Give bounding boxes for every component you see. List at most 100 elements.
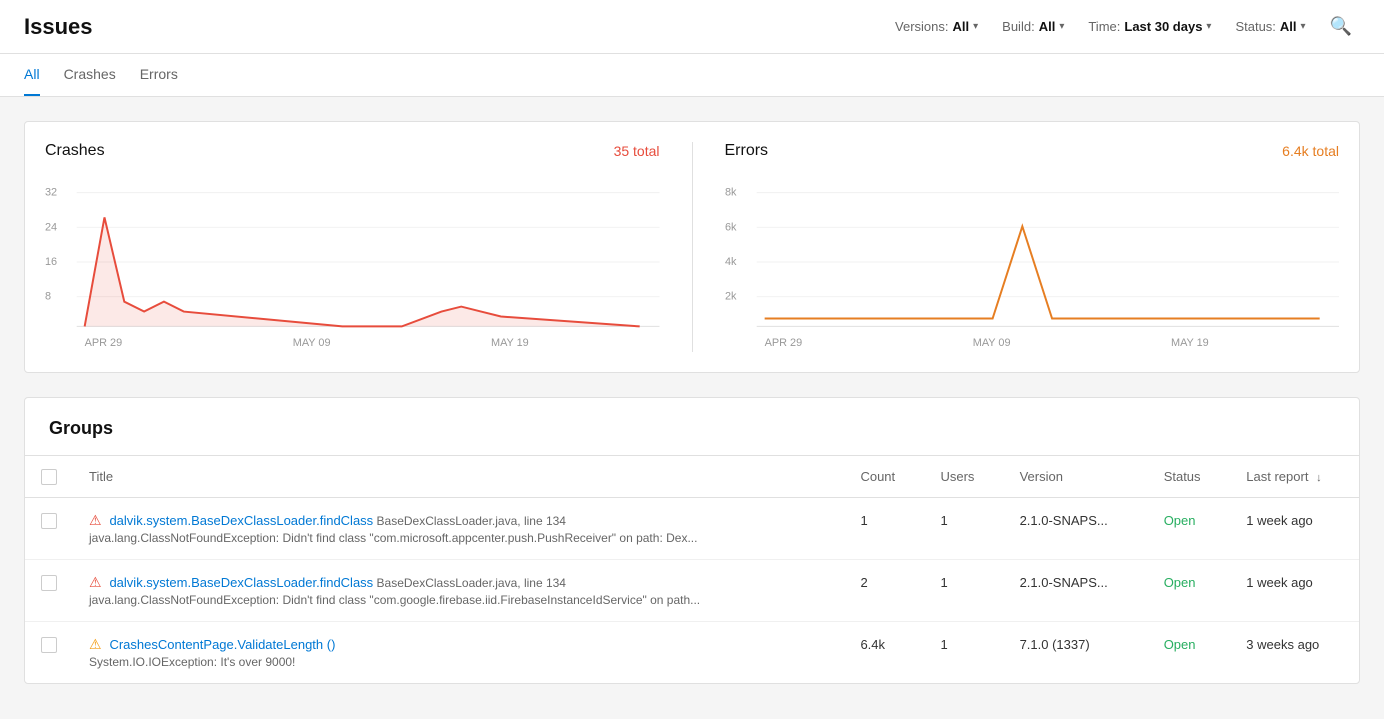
last-report-value: 1 week ago xyxy=(1246,513,1313,528)
last-report-value: 3 weeks ago xyxy=(1246,637,1319,652)
content-area: Crashes 35 total 32 24 16 8 APR 29 xyxy=(0,97,1384,708)
issue-subtitle: java.lang.ClassNotFoundException: Didn't… xyxy=(89,531,828,545)
title-cell: ⚠ dalvik.system.BaseDexClassLoader.findC… xyxy=(73,559,844,621)
svg-text:MAY 19: MAY 19 xyxy=(1171,337,1209,349)
row-checkbox[interactable] xyxy=(41,575,57,591)
svg-text:6k: 6k xyxy=(725,221,737,233)
select-all-header[interactable] xyxy=(25,456,73,497)
status-value: All xyxy=(1280,19,1297,34)
page-title: Issues xyxy=(24,14,93,40)
build-value: All xyxy=(1039,19,1056,34)
errors-total: 6.4k total xyxy=(1282,143,1339,159)
svg-text:4k: 4k xyxy=(725,256,737,268)
build-filter[interactable]: Build: All ▾ xyxy=(994,15,1072,38)
svg-text:APR 29: APR 29 xyxy=(85,337,123,349)
users-cell: 1 xyxy=(924,621,1003,683)
row-checkbox[interactable] xyxy=(41,513,57,529)
version-value: 7.1.0 (1337) xyxy=(1020,637,1090,652)
svg-text:16: 16 xyxy=(45,256,57,268)
svg-text:MAY 09: MAY 09 xyxy=(972,337,1010,349)
count-cell: 2 xyxy=(844,559,924,621)
version-cell: 7.1.0 (1337) xyxy=(1004,621,1148,683)
row-checkbox-cell[interactable] xyxy=(25,497,73,559)
status-cell: Open xyxy=(1148,497,1231,559)
count-value: 2 xyxy=(860,575,867,590)
table-row: ⚠ dalvik.system.BaseDexClassLoader.findC… xyxy=(25,559,1359,621)
error-icon: ⚠ xyxy=(89,512,102,528)
status-label: Status: xyxy=(1235,19,1275,34)
versions-filter[interactable]: Versions: All ▾ xyxy=(887,15,986,38)
issue-title-line: ⚠ CrashesContentPage.ValidateLength () xyxy=(89,636,828,653)
issue-title-link[interactable]: dalvik.system.BaseDexClassLoader.findCla… xyxy=(109,575,373,590)
crashes-chart-title: Crashes xyxy=(45,142,105,160)
users-cell: 1 xyxy=(924,497,1003,559)
time-filter[interactable]: Time: Last 30 days ▾ xyxy=(1080,15,1219,38)
status-badge: Open xyxy=(1164,637,1196,652)
title-cell: ⚠ CrashesContentPage.ValidateLength () S… xyxy=(73,621,844,683)
svg-text:MAY 09: MAY 09 xyxy=(293,337,331,349)
last-report-value: 1 week ago xyxy=(1246,575,1313,590)
last-report-column-header[interactable]: Last report ↓ xyxy=(1230,456,1359,497)
tab-errors[interactable]: Errors xyxy=(140,54,178,96)
chart-divider xyxy=(692,142,693,352)
version-value: 2.1.0-SNAPS... xyxy=(1020,513,1108,528)
count-column-header: Count xyxy=(844,456,924,497)
status-filter[interactable]: Status: All ▾ xyxy=(1227,15,1313,38)
row-checkbox-cell[interactable] xyxy=(25,621,73,683)
errors-chart-header: Errors 6.4k total xyxy=(725,142,1340,160)
issue-subtitle: java.lang.ClassNotFoundException: Didn't… xyxy=(89,593,828,607)
crashes-chart-area: 32 24 16 8 APR 29 MAY 09 MAY 19 xyxy=(45,172,660,352)
tabs-bar: All Crashes Errors xyxy=(0,54,1384,97)
time-value: Last 30 days xyxy=(1124,19,1202,34)
row-checkbox-cell[interactable] xyxy=(25,559,73,621)
issue-subtitle: System.IO.IOException: It's over 9000! xyxy=(89,655,828,669)
users-column-header: Users xyxy=(924,456,1003,497)
svg-text:APR 29: APR 29 xyxy=(764,337,802,349)
groups-section: Groups Title Count Users Version Status … xyxy=(24,397,1360,684)
charts-row: Crashes 35 total 32 24 16 8 APR 29 xyxy=(24,121,1360,373)
users-value: 1 xyxy=(940,513,947,528)
status-cell: Open xyxy=(1148,621,1231,683)
time-label: Time: xyxy=(1088,19,1120,34)
crashes-chart-svg: 32 24 16 8 APR 29 MAY 09 MAY 19 xyxy=(45,172,660,352)
header-filters: Versions: All ▾ Build: All ▾ Time: Last … xyxy=(887,12,1360,41)
versions-chevron-icon: ▾ xyxy=(973,21,978,32)
status-badge: Open xyxy=(1164,575,1196,590)
search-button[interactable]: 🔍 xyxy=(1322,12,1360,41)
svg-text:MAY 19: MAY 19 xyxy=(491,337,529,349)
svg-text:8: 8 xyxy=(45,291,51,303)
count-value: 6.4k xyxy=(860,637,885,652)
errors-chart-area: 8k 6k 4k 2k APR 29 MAY 09 MAY 19 xyxy=(725,172,1340,352)
tab-crashes[interactable]: Crashes xyxy=(64,54,116,96)
last-report-cell: 1 week ago xyxy=(1230,497,1359,559)
status-badge: Open xyxy=(1164,513,1196,528)
sort-icon: ↓ xyxy=(1316,472,1322,484)
crashes-total: 35 total xyxy=(614,143,660,159)
select-all-checkbox[interactable] xyxy=(41,469,57,485)
errors-chart-panel: Errors 6.4k total 8k 6k 4k 2k APR 29 xyxy=(725,142,1340,352)
issues-table: Title Count Users Version Status Last re… xyxy=(25,456,1359,683)
title-cell: ⚠ dalvik.system.BaseDexClassLoader.findC… xyxy=(73,497,844,559)
version-cell: 2.1.0-SNAPS... xyxy=(1004,559,1148,621)
tab-all[interactable]: All xyxy=(24,54,40,96)
issue-title-suffix: BaseDexClassLoader.java, line 134 xyxy=(373,576,566,590)
version-value: 2.1.0-SNAPS... xyxy=(1020,575,1108,590)
time-chevron-icon: ▾ xyxy=(1206,21,1211,32)
users-cell: 1 xyxy=(924,559,1003,621)
header: Issues Versions: All ▾ Build: All ▾ Time… xyxy=(0,0,1384,54)
row-checkbox[interactable] xyxy=(41,637,57,653)
users-value: 1 xyxy=(940,637,947,652)
error-icon: ⚠ xyxy=(89,574,102,590)
versions-label: Versions: xyxy=(895,19,948,34)
version-column-header: Version xyxy=(1004,456,1148,497)
groups-title: Groups xyxy=(25,398,1359,456)
errors-chart-svg: 8k 6k 4k 2k APR 29 MAY 09 MAY 19 xyxy=(725,172,1340,352)
count-value: 1 xyxy=(860,513,867,528)
last-report-cell: 1 week ago xyxy=(1230,559,1359,621)
search-icon: 🔍 xyxy=(1330,16,1352,36)
crashes-chart-panel: Crashes 35 total 32 24 16 8 APR 29 xyxy=(45,142,660,352)
issue-title-link[interactable]: CrashesContentPage.ValidateLength () xyxy=(109,637,335,652)
last-report-cell: 3 weeks ago xyxy=(1230,621,1359,683)
status-chevron-icon: ▾ xyxy=(1301,21,1306,32)
issue-title-link[interactable]: dalvik.system.BaseDexClassLoader.findCla… xyxy=(109,513,373,528)
